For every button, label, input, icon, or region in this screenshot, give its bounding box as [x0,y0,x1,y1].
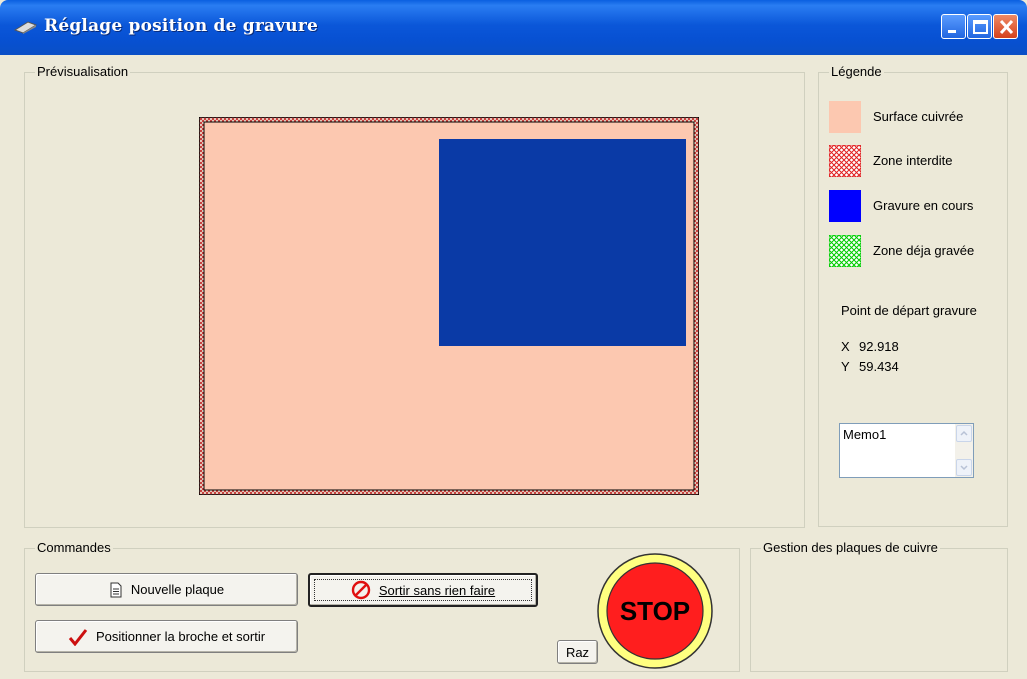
title-bar[interactable]: Réglage position de gravure [0,0,1027,55]
y-value: 59.434 [859,359,899,374]
forbidden-zone-swatch-icon [829,145,861,177]
engraving-swatch-icon [829,190,861,222]
new-plate-button[interactable]: Nouvelle plaque [35,573,298,606]
legend-group: Légende Surface cuivrée Zone interdite G… [818,64,1008,527]
window-title: Réglage position de gravure [44,16,318,36]
legend-group-label: Légende [829,64,884,80]
new-plate-label: Nouvelle plaque [130,582,225,597]
x-label: X [841,339,850,354]
start-point-label: Point de départ gravure [841,303,977,318]
memo-field[interactable]: Memo1 [839,423,974,478]
checkmark-icon [68,628,88,646]
scroll-up-button[interactable] [956,425,972,442]
plates-group-label: Gestion des plaques de cuivre [761,540,940,556]
minimize-icon [948,30,956,33]
chevron-up-icon [960,430,968,436]
exit-without-action-button[interactable]: Sortir sans rien faire [308,573,538,607]
legend-label-engraving: Gravure en cours [873,198,974,213]
memo-scrollbar[interactable] [955,424,973,477]
close-button[interactable] [993,14,1018,39]
engraving-tool-icon [14,21,38,34]
minimize-button[interactable] [941,14,966,39]
maximize-button[interactable] [967,14,992,39]
preview-group-label: Prévisualisation [35,64,131,80]
stop-button[interactable]: STOP [595,551,715,671]
maximize-icon [973,20,988,34]
main-window: Réglage position de gravure Prévisualisa… [0,0,1027,679]
preview-group: Prévisualisation [24,64,805,528]
copper-surface-swatch-icon [829,101,861,133]
stop-label: STOP [620,596,690,626]
position-and-exit-label: Positionner la broche et sortir [95,629,266,644]
focus-rect [314,579,532,601]
engraved-zone-swatch-icon [829,235,861,267]
scroll-down-button[interactable] [956,459,972,476]
document-icon [110,582,122,597]
chevron-down-icon [960,465,968,471]
legend-label-forbidden: Zone interdite [873,153,953,168]
commands-group-label: Commandes [35,540,113,556]
reset-label: Raz [565,644,590,660]
memo-text: Memo1 [843,427,887,442]
close-icon [999,19,1014,35]
y-label: Y [841,359,850,374]
commands-group: Commandes Nouvelle plaque Sortir sans ri… [24,540,740,672]
preview-canvas[interactable] [198,116,700,496]
engraving-in-progress [439,139,686,346]
legend-label-copper: Surface cuivrée [873,109,964,124]
plates-group: Gestion des plaques de cuivre [750,540,1008,672]
x-value: 92.918 [859,339,899,354]
position-and-exit-button[interactable]: Positionner la broche et sortir [35,620,298,653]
legend-label-engraved: Zone déja gravée [873,243,975,258]
reset-button[interactable]: Raz [557,640,598,664]
